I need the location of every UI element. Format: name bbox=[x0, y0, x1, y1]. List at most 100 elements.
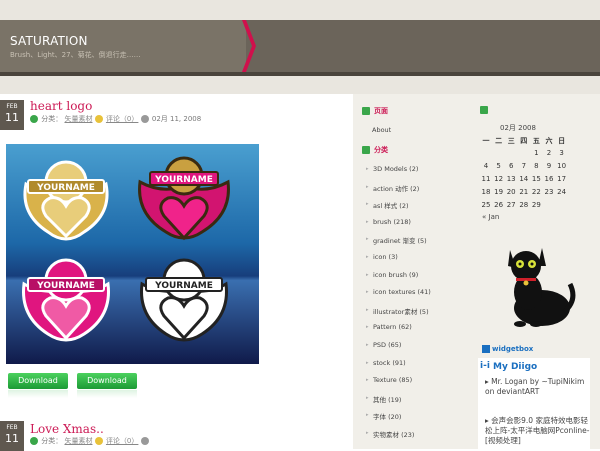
diigo-title: My Diigo bbox=[493, 362, 538, 372]
calendar-weekday: 二 bbox=[495, 137, 503, 145]
pages-heading-label: 页面 bbox=[374, 107, 388, 115]
post-day: 11 bbox=[5, 111, 19, 124]
list-arrow-icon: ▸ bbox=[366, 236, 369, 243]
list-arrow-icon: ▸ bbox=[366, 201, 369, 208]
list-arrow-icon: ▸ bbox=[366, 342, 369, 348]
category-item[interactable]: gradinet 渐变 (5) bbox=[373, 235, 427, 245]
widgetbox-icon bbox=[482, 345, 490, 353]
list-arrow-icon: ▸ bbox=[366, 254, 369, 260]
calendar-day: 6 bbox=[508, 162, 514, 170]
clock-icon bbox=[140, 437, 149, 445]
calendar-day: 8 bbox=[534, 162, 539, 170]
post-meta: 分类： 矢量素材 评论（0） 02月 11, 2008 bbox=[30, 114, 201, 124]
comment-icon bbox=[94, 115, 103, 123]
calendar-day: 7 bbox=[521, 162, 527, 170]
calendar-day: 26 bbox=[494, 201, 504, 209]
site-title[interactable]: SATURATION bbox=[10, 34, 88, 48]
heading-bullet-icon bbox=[480, 106, 488, 114]
widgetbox-label: widgetbox bbox=[492, 345, 534, 353]
download-button[interactable]: Download bbox=[77, 373, 137, 389]
list-arrow-icon: ▸ bbox=[366, 218, 369, 225]
category-item[interactable]: PSD (65) bbox=[373, 341, 401, 349]
magenta-heart-badge-icon: YOURNAME bbox=[22, 258, 110, 342]
list-arrow-icon: ▸ bbox=[366, 166, 369, 172]
calendar-weekday: 五 bbox=[532, 137, 540, 145]
comments-link[interactable]: 评论（0） bbox=[106, 437, 138, 445]
download-button[interactable]: Download bbox=[8, 373, 68, 389]
widgetbox-link[interactable]: widgetbox bbox=[482, 345, 533, 353]
category-link[interactable]: 矢量素材 bbox=[64, 115, 92, 123]
post-date-badge: FEB 11 bbox=[0, 421, 24, 451]
list-arrow-icon: ▸ bbox=[366, 430, 369, 436]
calendar-day: 22 bbox=[531, 188, 541, 196]
calendar-day: 3 bbox=[559, 149, 564, 157]
calendar-day: 28 bbox=[519, 201, 529, 209]
gold-heart-badge-icon: YOURNAME bbox=[23, 160, 109, 241]
badge-text: YOURNAME bbox=[154, 281, 213, 291]
category-icon bbox=[30, 115, 38, 123]
calendar-weekday: 三 bbox=[507, 137, 515, 145]
site-header: SATURATION Brush、Light、27、菊花、倒退行走…… bbox=[0, 0, 600, 94]
calendar-day: 20 bbox=[506, 188, 516, 196]
download-button-reflection bbox=[77, 390, 137, 398]
category-item[interactable]: 其他 (19) bbox=[373, 394, 401, 404]
black-cat-icon bbox=[508, 248, 576, 327]
calendar-weekday: 日 bbox=[558, 137, 566, 145]
category-item[interactable]: 字体 (20) bbox=[373, 411, 401, 421]
calendar-prev-link[interactable]: « Jan bbox=[482, 213, 499, 221]
list-arrow-icon: ▸ bbox=[366, 324, 369, 331]
heading-bullet-icon bbox=[362, 107, 370, 115]
post-title[interactable]: heart logo bbox=[30, 99, 92, 113]
comment-icon bbox=[94, 437, 103, 445]
category-item[interactable]: 3D Models (2) bbox=[373, 165, 418, 173]
list-arrow-icon: ▸ bbox=[366, 394, 369, 401]
category-item[interactable]: 实物素材 (23) bbox=[373, 429, 414, 439]
clock-icon bbox=[140, 115, 149, 123]
post-title[interactable]: Love Xmas.. bbox=[30, 422, 104, 436]
calendar-day: 12 bbox=[494, 175, 504, 183]
category-item[interactable]: icon (3) bbox=[373, 253, 398, 261]
calendar-day: 15 bbox=[531, 175, 541, 183]
pink-heart-badge-icon: YOURNAME bbox=[138, 156, 230, 241]
category-item[interactable]: asl 样式 (2) bbox=[373, 200, 409, 210]
pages-heading: 页面 bbox=[362, 106, 388, 116]
category-item[interactable]: illustrator素材 (5) bbox=[373, 306, 429, 316]
list-arrow-icon: ▸ bbox=[366, 359, 369, 366]
category-item[interactable]: icon brush (9) bbox=[373, 271, 418, 279]
category-item[interactable]: action 动作 (2) bbox=[373, 183, 419, 193]
calendar-day: 18 bbox=[481, 188, 491, 196]
calendar-day: 17 bbox=[557, 175, 567, 183]
diigo-item[interactable]: ▸ 会声会影9.0 家庭特效电影轻松上阵-太平洋电脑网Pconline-[视频处… bbox=[485, 416, 590, 446]
calendar-day: 23 bbox=[544, 188, 554, 196]
comments-link[interactable]: 评论（0） bbox=[106, 115, 138, 123]
category-item[interactable]: Texture (85) bbox=[373, 376, 412, 384]
category-item[interactable]: icon textures (41) bbox=[373, 288, 431, 296]
post-month: FEB bbox=[6, 424, 18, 431]
calendar-day: 24 bbox=[557, 188, 567, 196]
calendar-heading bbox=[480, 106, 492, 114]
calendar-day: 19 bbox=[494, 188, 504, 196]
page-link-about[interactable]: About bbox=[372, 126, 391, 134]
download-button-reflection bbox=[8, 390, 68, 398]
list-arrow-icon: ▸ bbox=[366, 183, 369, 190]
category-link[interactable]: 矢量素材 bbox=[64, 437, 92, 445]
categories-heading: 分类 bbox=[362, 145, 388, 155]
calendar-day: 13 bbox=[506, 175, 516, 183]
category-item[interactable]: stock (91) bbox=[373, 359, 406, 367]
post-date-badge: FEB 11 bbox=[0, 100, 24, 130]
categories-heading-label: 分类 bbox=[374, 146, 388, 154]
calendar-day: 14 bbox=[519, 175, 529, 183]
post-meta: 分类： 矢量素材 评论（0） bbox=[30, 436, 150, 446]
calendar-day: 5 bbox=[496, 162, 501, 170]
diigo-item[interactable]: ▸ Mr. Logan by ~TupiNikim on deviantART bbox=[485, 377, 590, 397]
header-top-strip bbox=[0, 0, 600, 20]
calendar-weekday: 四 bbox=[520, 137, 528, 145]
category-item[interactable]: Pattern (62) bbox=[373, 323, 412, 331]
category-item[interactable]: brush (218) bbox=[373, 218, 411, 226]
category-prefix: 分类： bbox=[41, 115, 63, 123]
calendar-day: 11 bbox=[481, 175, 491, 183]
calendar-day: 21 bbox=[519, 188, 529, 196]
calendar-day: 9 bbox=[546, 162, 552, 170]
post-month: FEB bbox=[6, 103, 18, 110]
calendar-caption: 02月 2008 bbox=[500, 124, 536, 132]
